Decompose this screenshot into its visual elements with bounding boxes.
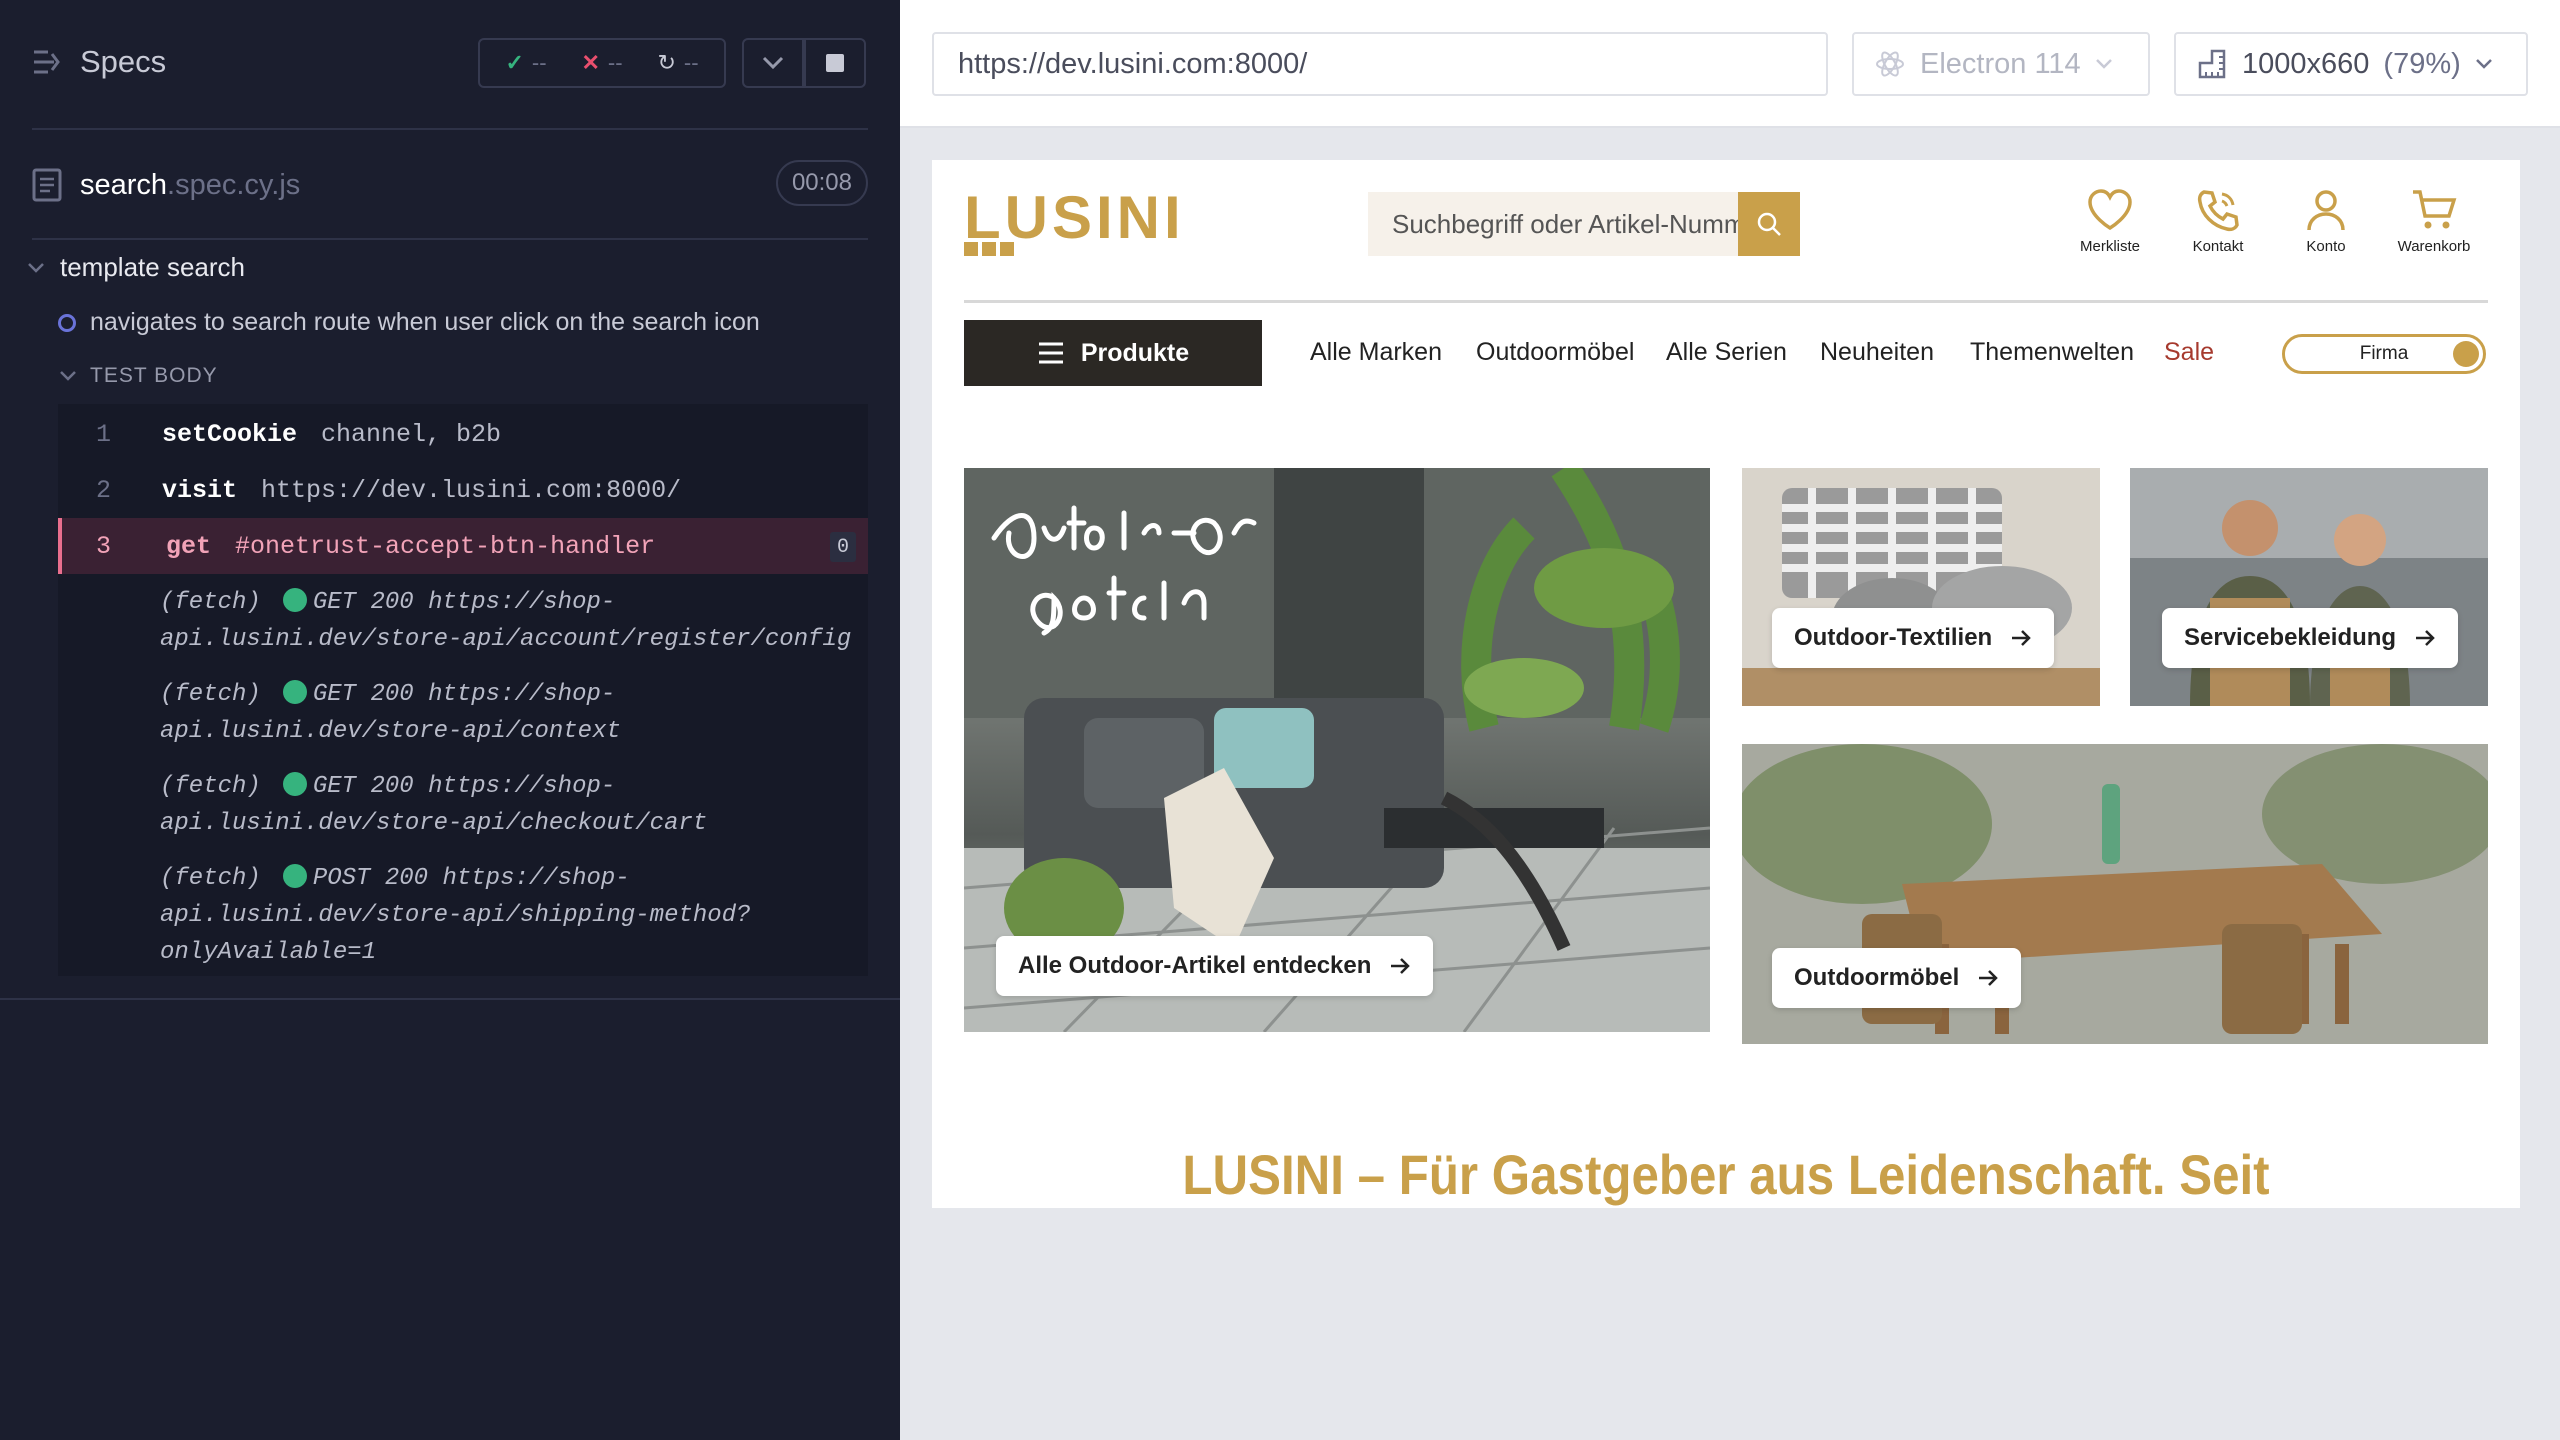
command-log: 1 setCookie channel, b2b 2 visit https:/…: [58, 404, 868, 976]
reporter-panel: Specs ✓ -- ✕ -- ↻ -- search.spec.cy.js 00:0…: [0, 0, 900, 1440]
reporter-header: Specs ✓ -- ✕ -- ↻ --: [0, 0, 900, 130]
running-indicator-icon: [58, 313, 76, 332]
check-icon: ✓: [505, 50, 524, 75]
status-dot-icon: [282, 588, 307, 612]
cross-icon: ✕: [581, 50, 600, 75]
divider: [32, 238, 868, 240]
search-field[interactable]: Suchbegriff oder Artikel-Nummer ein: [1368, 192, 1800, 256]
stats-bar: ✓ -- ✕ -- ↻ --: [478, 38, 726, 88]
spec-file-row[interactable]: search.spec.cy.js 00:08: [32, 160, 868, 210]
aut-viewport: LUSINI Suchbegriff oder Artikel-Nummer e…: [932, 160, 2520, 1208]
spec-file-name: search.spec.cy.js: [80, 168, 301, 201]
chevron-down-icon: [28, 262, 44, 273]
wishlist-link[interactable]: Merkliste: [2066, 188, 2154, 255]
status-dot-icon: [282, 772, 307, 796]
document-icon: [32, 168, 62, 202]
fetch-log-item[interactable]: (fetch) GET 200 https://shop-api.lusini.d…: [160, 584, 900, 658]
status-dot-icon: [282, 680, 307, 704]
stop-icon: [826, 54, 844, 72]
heart-icon: [2088, 189, 2132, 231]
chevron-down-icon: [2475, 59, 2492, 69]
search-input[interactable]: Suchbegriff oder Artikel-Nummer ein: [1368, 209, 1738, 240]
tile-outdoor-oasen[interactable]: Alle Outdoor-Artikel entdecken: [964, 468, 1710, 1032]
specs-label: Specs: [80, 44, 167, 79]
expand-button[interactable]: [742, 38, 804, 88]
contact-link[interactable]: Kontakt: [2174, 188, 2262, 255]
command-row[interactable]: 2 visit https://dev.lusini.com:8000/: [58, 462, 868, 518]
tile-outdoor-textilien[interactable]: Outdoor-Textilien: [1742, 468, 2100, 706]
failed-stat: ✕ --: [581, 50, 623, 75]
cart-link[interactable]: Warenkorb: [2390, 188, 2478, 255]
suite-row[interactable]: template search: [28, 252, 245, 283]
search-icon: [1757, 212, 1781, 236]
ruler-icon: [2198, 49, 2226, 79]
test-body-header[interactable]: TEST BODY: [60, 364, 218, 388]
passed-stat: ✓ --: [505, 50, 547, 75]
arrow-right-icon: [1979, 970, 1999, 986]
url-bar[interactable]: https://dev.lusini.com:8000/: [932, 32, 1828, 96]
suite-title: template search: [60, 252, 245, 282]
aut-header: https://dev.lusini.com:8000/ Electron 11…: [900, 0, 2560, 128]
nav-outdoormoebel[interactable]: Outdoormöbel: [1476, 338, 1634, 367]
chevron-down-icon: [2095, 59, 2112, 69]
chevron-down-icon: [762, 56, 784, 70]
arrow-right-icon: [2416, 630, 2435, 646]
viewport-zoom: (79%): [2383, 47, 2461, 80]
browser-name: Electron 114: [1920, 47, 2081, 80]
spinner-icon: ↻: [657, 50, 676, 75]
element-count-badge: 0: [830, 532, 856, 562]
hamburger-icon: [1038, 342, 1063, 364]
fetch-log-item[interactable]: (fetch) GET 200 https://shop-api.lusini.d…: [160, 768, 900, 842]
search-button[interactable]: [1738, 192, 1800, 256]
nav-themenwelten[interactable]: Themenwelten: [1970, 338, 2134, 367]
viewport-selector[interactable]: 1000x660 (79%): [2174, 32, 2528, 96]
hero-headline: LUSINI – Für Gastgeber aus Leidenschaft.…: [1182, 1143, 2270, 1206]
electron-icon: [1876, 51, 1904, 77]
fetch-log-item[interactable]: (fetch) POST 200 https://shop-api.lusini.…: [160, 860, 900, 971]
service-cta-button[interactable]: Servicebekleidung: [2162, 608, 2459, 668]
duration-badge: 00:08: [775, 160, 868, 206]
lusini-logo[interactable]: LUSINI: [964, 188, 1196, 256]
nav-neuheiten[interactable]: Neuheiten: [1820, 338, 1934, 367]
tile-outdoormoebel[interactable]: Outdoormöbel: [1742, 744, 2488, 1044]
arrow-right-icon: [2012, 630, 2031, 646]
textiles-photo: [1742, 468, 2100, 706]
textiles-cta-button[interactable]: Outdoor-Textilien: [1772, 608, 2055, 668]
command-row-active[interactable]: 3 get #onetrust-accept-btn-handler 0: [58, 518, 868, 574]
test-title: navigates to search route when user clic…: [90, 308, 760, 336]
furniture-cta-button[interactable]: Outdoormöbel: [1772, 948, 2022, 1008]
main-cta-button[interactable]: Alle Outdoor-Artikel entdecken: [996, 936, 1434, 996]
products-menu-button[interactable]: Produkte: [964, 320, 1262, 386]
test-row[interactable]: navigates to search route when user clic…: [58, 308, 760, 337]
specs-toggle[interactable]: Specs: [32, 44, 166, 80]
divider: [32, 128, 868, 130]
nav-alle-serien[interactable]: Alle Serien: [1666, 338, 1787, 367]
header-divider: [964, 300, 2488, 303]
nav-alle-marken[interactable]: Alle Marken: [1310, 338, 1442, 367]
user-icon: [2307, 190, 2345, 231]
status-dot-icon: [282, 864, 307, 888]
chevron-down-icon: [60, 371, 76, 381]
service-staff-photo: [2130, 468, 2488, 706]
fetch-log-item[interactable]: (fetch) GET 200 https://shop-api.lusini.d…: [160, 676, 900, 750]
browser-selector[interactable]: Electron 114: [1852, 32, 2150, 96]
specs-menu-icon: [34, 50, 60, 74]
outdoor-oasen-script-overlay: [991, 505, 1257, 636]
toggle-knob: [2453, 341, 2479, 367]
account-link[interactable]: Konto: [2282, 188, 2370, 255]
phone-icon: [2197, 190, 2239, 232]
viewport-size: 1000x660: [2242, 47, 2370, 80]
arrow-right-icon: [1391, 958, 1411, 974]
cart-icon: [2413, 190, 2457, 229]
business-toggle[interactable]: Firma: [2282, 334, 2486, 374]
test-body-label: TEST BODY: [90, 364, 218, 387]
pending-stat: ↻ --: [657, 50, 699, 75]
command-row[interactable]: 1 setCookie channel, b2b: [58, 406, 868, 462]
nav-sale[interactable]: Sale: [2164, 338, 2214, 367]
divider: [0, 998, 900, 1000]
stop-button[interactable]: [804, 38, 866, 88]
tile-servicebekleidung[interactable]: Servicebekleidung: [2130, 468, 2488, 706]
